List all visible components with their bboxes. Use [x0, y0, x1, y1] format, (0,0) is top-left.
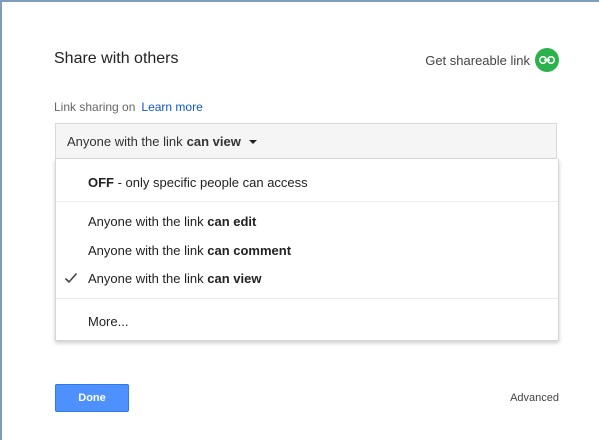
menu-item-off[interactable]: OFF - only specific people can access: [88, 175, 308, 190]
permission-menu: OFF - only specific people can access An…: [55, 159, 559, 341]
done-button[interactable]: Done: [55, 384, 129, 412]
share-dialog: Share with others Get shareable link Lin…: [0, 0, 599, 440]
learn-more-link[interactable]: Learn more: [141, 100, 202, 114]
menu-item-can-view[interactable]: Anyone with the link can view: [88, 271, 261, 286]
link-sharing-label: Link sharing on: [54, 100, 136, 114]
dropdown-prefix: Anyone with the link: [67, 133, 183, 149]
get-shareable-link-button[interactable]: Get shareable link: [425, 48, 559, 72]
link-permission-dropdown[interactable]: Anyone with the link can view: [55, 123, 557, 159]
menu-divider: [56, 298, 558, 299]
get-shareable-link-label: Get shareable link: [425, 52, 530, 68]
menu-item-off-bold: OFF: [88, 175, 114, 190]
menu-item-bold: can view: [207, 271, 262, 286]
menu-item-off-text: - only specific people can access: [114, 175, 308, 190]
checkmark-icon: [64, 271, 78, 289]
link-sharing-status: Link sharing on Learn more: [54, 100, 203, 114]
menu-item-more[interactable]: More...: [88, 314, 128, 329]
dialog-title: Share with others: [54, 50, 179, 67]
menu-item-bold: can edit: [207, 214, 257, 229]
chevron-down-icon: [248, 139, 257, 144]
menu-item-prefix: Anyone with the link: [88, 271, 208, 286]
link-icon[interactable]: [535, 48, 559, 72]
dropdown-selected-value: can view: [186, 133, 241, 149]
menu-item-prefix: Anyone with the link: [88, 214, 208, 229]
menu-item-can-edit[interactable]: Anyone with the link can edit: [88, 214, 256, 229]
menu-divider: [56, 201, 558, 202]
menu-item-bold: can comment: [207, 243, 292, 258]
advanced-link[interactable]: Advanced: [510, 392, 559, 404]
menu-item-can-comment[interactable]: Anyone with the link can comment: [88, 243, 291, 258]
menu-item-prefix: Anyone with the link: [88, 243, 208, 258]
